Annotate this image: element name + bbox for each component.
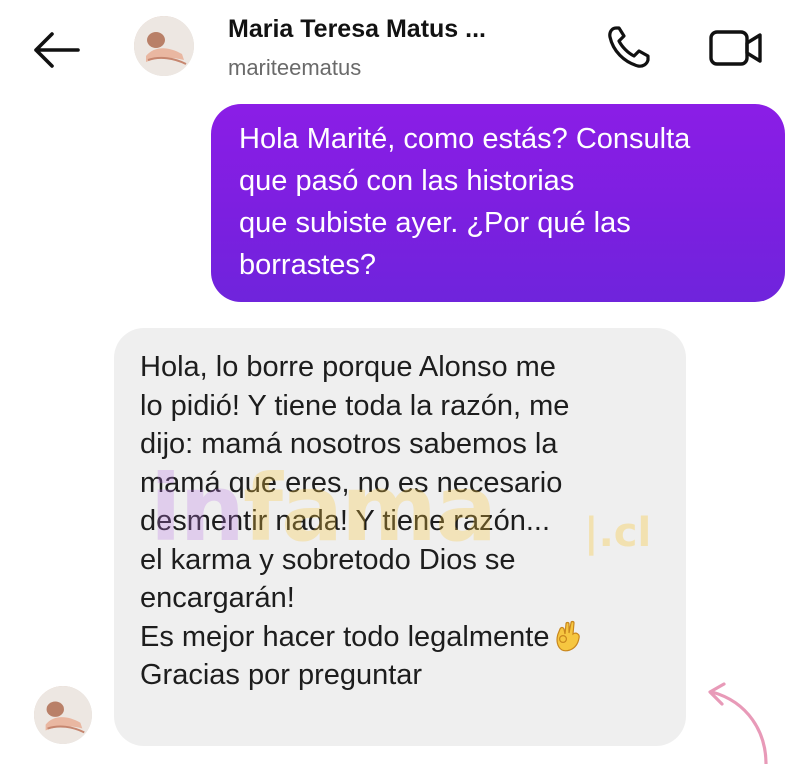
message-line: desmentir nada! Y tiene razón... bbox=[140, 505, 551, 537]
message-line: Hola Marité, como estás? Consulta bbox=[239, 123, 691, 155]
profile-photo bbox=[34, 686, 92, 744]
message-line: el karma y sobretodo Dios se bbox=[140, 543, 516, 576]
video-camera-icon bbox=[709, 30, 762, 66]
message-line: Hola, lo borre porque Alonso me bbox=[140, 351, 556, 383]
contact-avatar-small[interactable] bbox=[34, 686, 92, 744]
contact-username: mariteematus bbox=[228, 55, 362, 80]
arrow-left-icon bbox=[34, 32, 80, 68]
contact-name[interactable]: Maria Teresa Matus ... bbox=[228, 15, 486, 44]
message-line: mamá que eres, no es necesario bbox=[140, 466, 563, 499]
message-line: dijo: mamá nosotros sabemos la bbox=[140, 428, 558, 460]
back-button[interactable] bbox=[28, 26, 84, 74]
outgoing-message-bubble[interactable]: Hola Marité, como estás? Consulta que pa… bbox=[211, 104, 785, 302]
message-line: borrastes? bbox=[239, 249, 377, 281]
ok-hand-emoji-icon bbox=[556, 620, 581, 651]
chat-header: Maria Teresa Matus ... mariteematus bbox=[0, 0, 800, 100]
message-line: que pasó con las historias bbox=[239, 165, 575, 197]
voice-call-button[interactable] bbox=[604, 24, 654, 70]
message-line: lo pidió! Y tiene toda la razón, me bbox=[140, 389, 570, 422]
message-line-with-emoji: Es mejor hacer todo legalmente bbox=[140, 618, 666, 657]
message-line: Gracias por preguntar bbox=[140, 659, 423, 691]
contact-avatar[interactable] bbox=[134, 16, 194, 76]
incoming-message-bubble[interactable]: Hola, lo borre porque Alonso me lo pidió… bbox=[114, 328, 686, 746]
phone-icon bbox=[608, 26, 650, 68]
message-text: Es mejor hacer todo legalmente bbox=[140, 620, 550, 653]
profile-photo bbox=[134, 16, 194, 76]
message-line: que subiste ayer. ¿Por qué las bbox=[239, 207, 631, 239]
message-line: encargarán! bbox=[140, 582, 295, 614]
annotation-arrow-icon bbox=[708, 682, 768, 764]
video-call-button[interactable] bbox=[708, 28, 764, 68]
